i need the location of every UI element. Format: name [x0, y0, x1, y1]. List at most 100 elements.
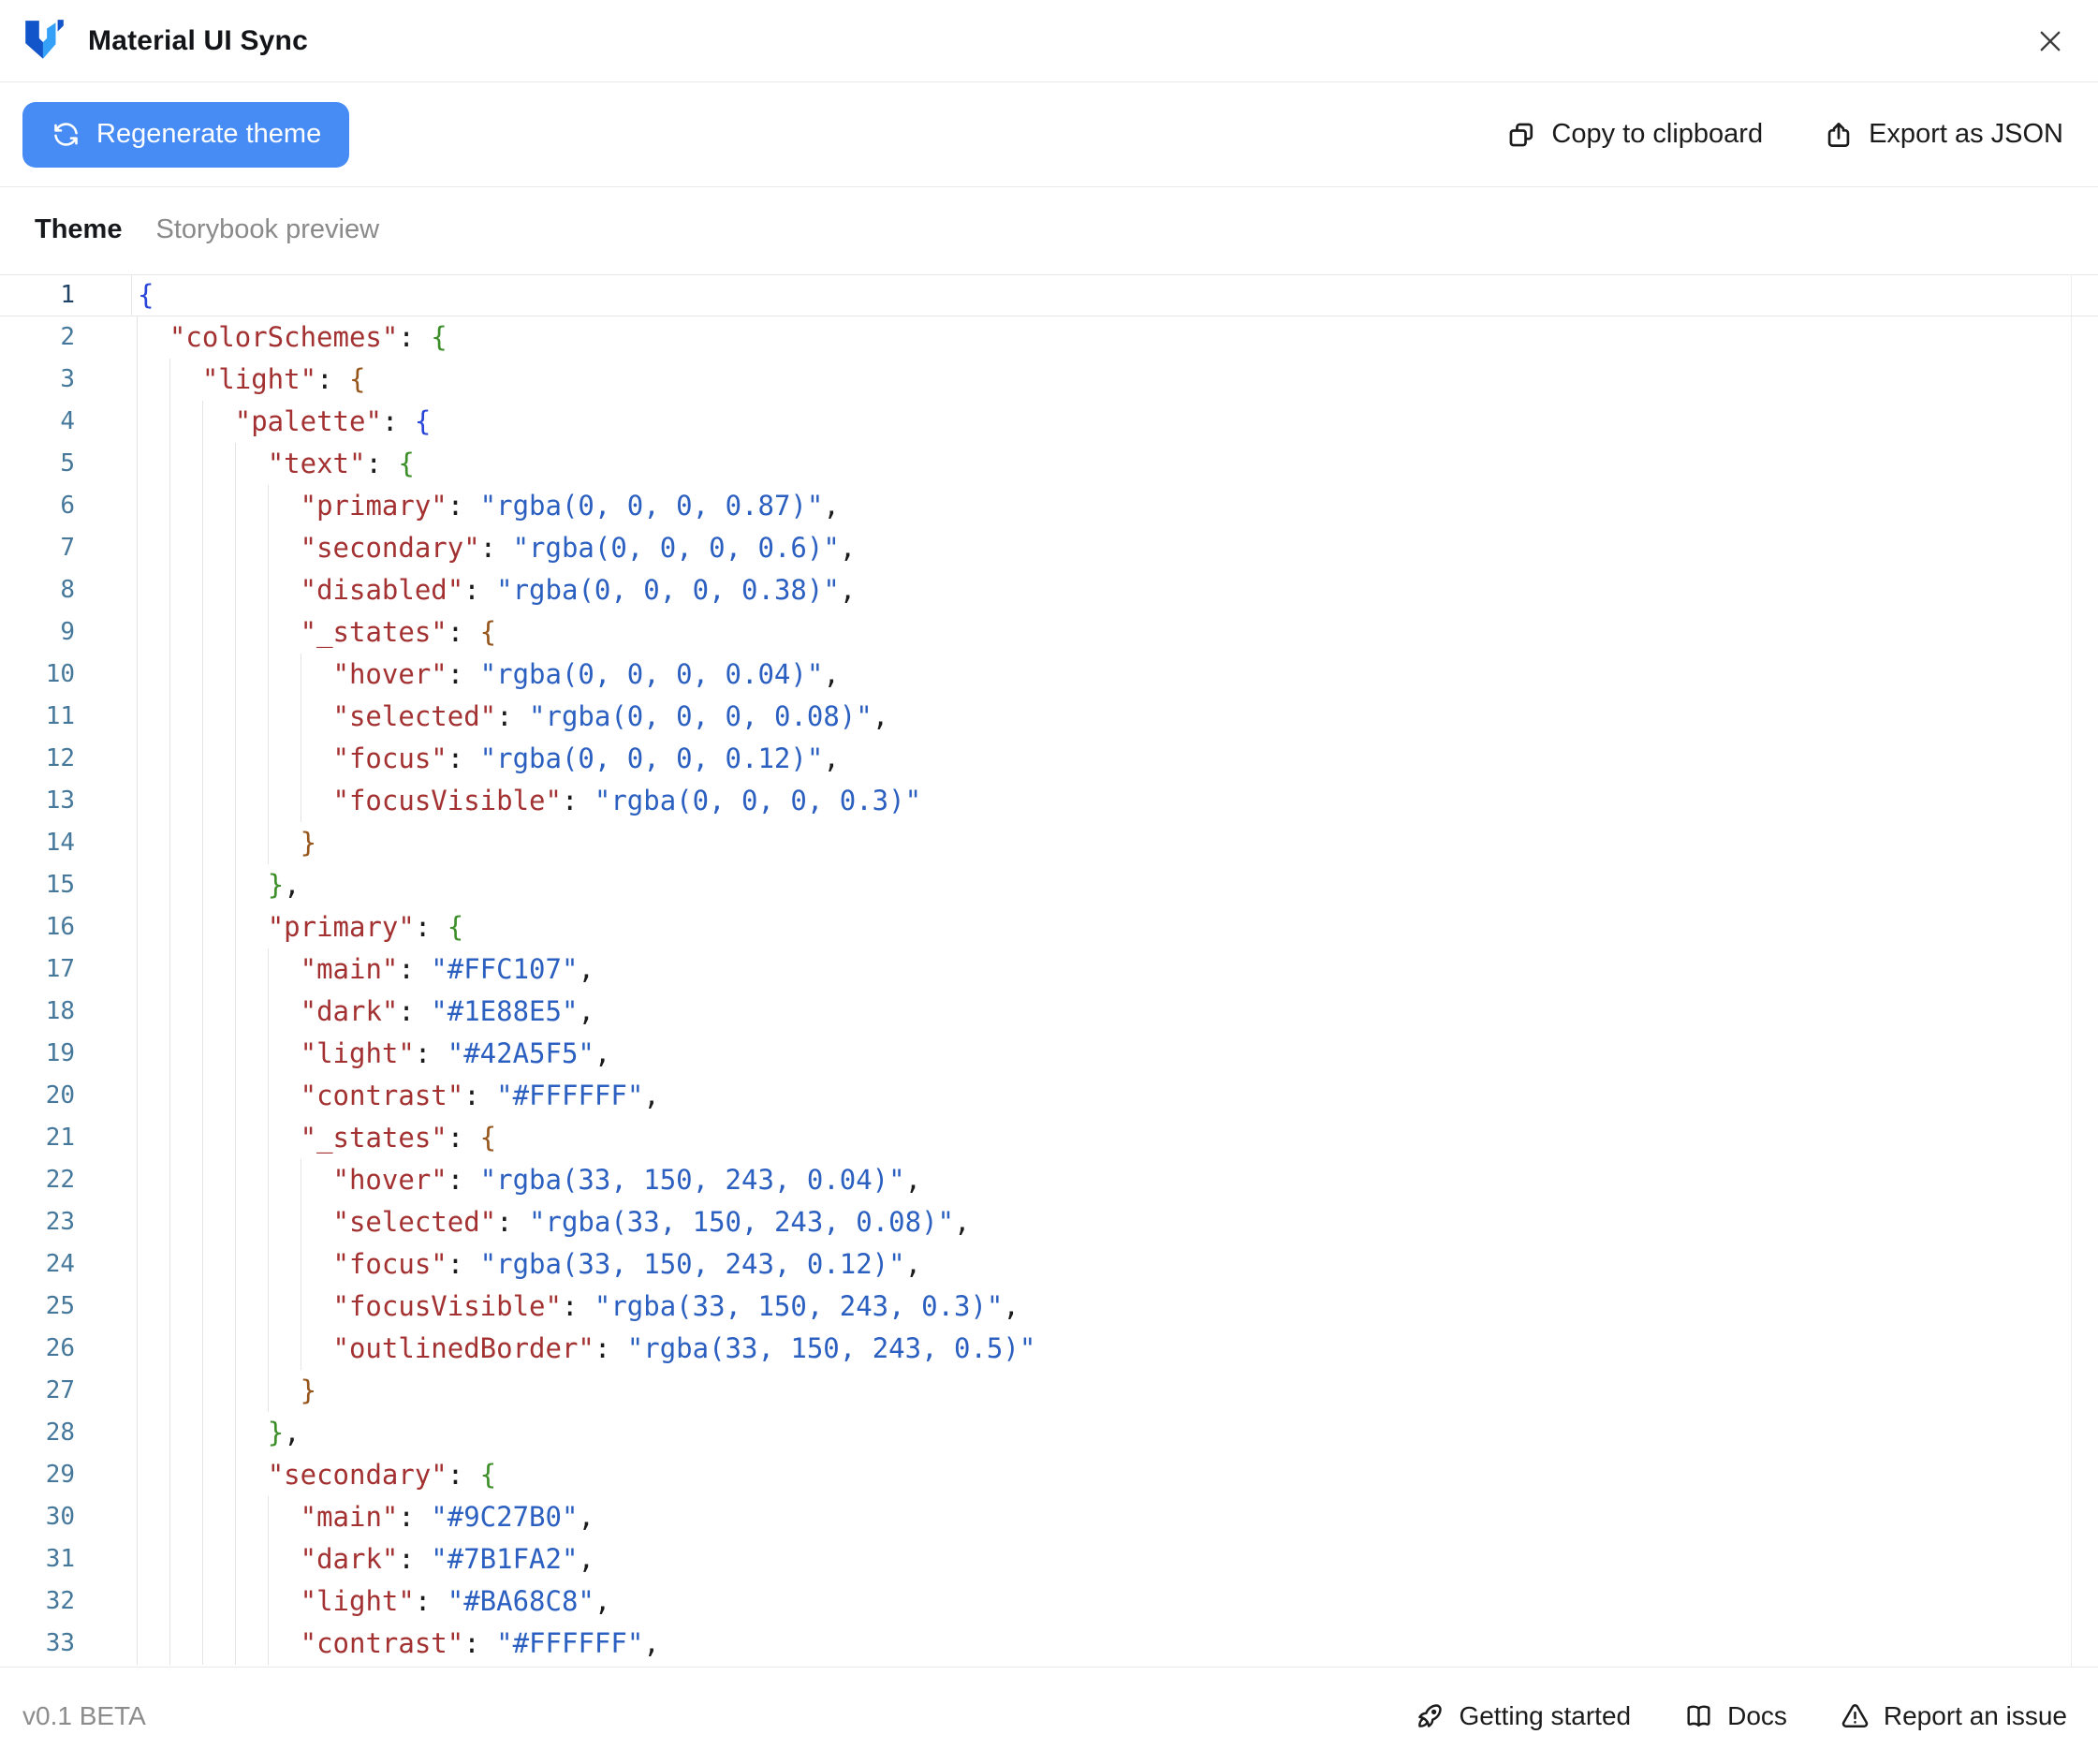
code-line[interactable]: 13 "focusVisible": "rgba(0, 0, 0, 0.3)" — [0, 780, 2098, 822]
close-button[interactable] — [2029, 20, 2072, 63]
indent-guide — [268, 948, 269, 991]
code-line[interactable]: 30 "main": "#9C27B0", — [0, 1496, 2098, 1538]
code-line-content: "primary": { — [131, 906, 2072, 948]
report-an-issue-link[interactable]: Report an issue — [1840, 1700, 2067, 1731]
code-line[interactable]: 5 "text": { — [0, 443, 2098, 485]
indent-guide — [137, 1538, 138, 1580]
code-line[interactable]: 1{ — [0, 274, 2098, 316]
mui-logo-icon — [22, 18, 66, 65]
code-line[interactable]: 10 "hover": "rgba(0, 0, 0, 0.04)", — [0, 654, 2098, 696]
code-line[interactable]: 15 }, — [0, 864, 2098, 906]
code-line[interactable]: 25 "focusVisible": "rgba(33, 150, 243, 0… — [0, 1286, 2098, 1328]
code-token-b2: { — [480, 1459, 496, 1491]
indent-guide — [137, 864, 138, 906]
code-token-b3: { — [349, 363, 365, 395]
indent-guide — [268, 1117, 269, 1159]
footer-links: Getting started Docs Report an issue — [1415, 1700, 2067, 1731]
code-indent — [137, 616, 301, 648]
code-indent — [137, 1543, 301, 1575]
close-icon — [2034, 25, 2066, 57]
indent-guide — [169, 401, 170, 443]
code-token-punct: , — [643, 1627, 659, 1659]
code-line-content: { — [131, 274, 2072, 316]
indent-guide — [235, 822, 236, 864]
code-line[interactable]: 32 "light": "#BA68C8", — [0, 1580, 2098, 1623]
code-line[interactable]: 16 "primary": { — [0, 906, 2098, 948]
indent-guide — [235, 443, 236, 485]
line-number: 33 — [0, 1623, 131, 1665]
indent-guide — [169, 1243, 170, 1286]
tab-theme[interactable]: Theme — [35, 214, 122, 245]
indent-guide — [268, 780, 269, 822]
code-line[interactable]: 31 "dark": "#7B1FA2", — [0, 1538, 2098, 1580]
line-number: 27 — [0, 1370, 131, 1412]
code-line[interactable]: 11 "selected": "rgba(0, 0, 0, 0.08)", — [0, 696, 2098, 738]
code-line[interactable]: 21 "_states": { — [0, 1117, 2098, 1159]
code-line[interactable]: 20 "contrast": "#FFFFFF", — [0, 1075, 2098, 1117]
getting-started-link[interactable]: Getting started — [1415, 1700, 1631, 1731]
indent-guide — [268, 1033, 269, 1075]
code-line-content: "focus": "rgba(0, 0, 0, 0.12)", — [131, 738, 2072, 780]
regenerate-theme-button[interactable]: Regenerate theme — [22, 102, 349, 168]
indent-guide — [137, 569, 138, 611]
code-indent — [137, 953, 301, 985]
code-line[interactable]: 2 "colorSchemes": { — [0, 316, 2098, 359]
code-line[interactable]: 14 } — [0, 822, 2098, 864]
code-token-key: "text" — [268, 448, 366, 479]
indent-guide — [137, 948, 138, 991]
plugin-header: Material UI Sync — [0, 0, 2098, 82]
code-editor[interactable]: 1{2 "colorSchemes": {3 "light": {4 "pale… — [0, 272, 2098, 1667]
book-icon — [1683, 1700, 1714, 1731]
docs-link[interactable]: Docs — [1683, 1700, 1787, 1731]
code-line[interactable]: 26 "outlinedBorder": "rgba(33, 150, 243,… — [0, 1328, 2098, 1370]
code-token-punct: : — [398, 953, 431, 985]
code-line[interactable]: 19 "light": "#42A5F5", — [0, 1033, 2098, 1075]
line-number: 18 — [0, 991, 131, 1033]
code-token-val: "#FFC107" — [431, 953, 578, 985]
code-line[interactable]: 33 "contrast": "#FFFFFF", — [0, 1623, 2098, 1665]
code-line[interactable]: 12 "focus": "rgba(0, 0, 0, 0.12)", — [0, 738, 2098, 780]
copy-to-clipboard-button[interactable]: Copy to clipboard — [1505, 119, 1763, 151]
code-token-val: "rgba(0, 0, 0, 0.6)" — [513, 532, 840, 564]
code-token-b2: { — [398, 448, 414, 479]
code-token-b1: { — [138, 279, 154, 311]
code-line[interactable]: 4 "palette": { — [0, 401, 2098, 443]
code-token-key: "selected" — [333, 1206, 497, 1238]
code-token-val: "rgba(0, 0, 0, 0.3)" — [594, 785, 921, 816]
code-line[interactable]: 27 } — [0, 1370, 2098, 1412]
code-token-b2: } — [268, 1417, 284, 1448]
code-line[interactable]: 18 "dark": "#1E88E5", — [0, 991, 2098, 1033]
code-line[interactable]: 3 "light": { — [0, 359, 2098, 401]
indent-guide — [169, 527, 170, 569]
code-line[interactable]: 23 "selected": "rgba(33, 150, 243, 0.08)… — [0, 1201, 2098, 1243]
code-line[interactable]: 22 "hover": "rgba(33, 150, 243, 0.04)", — [0, 1159, 2098, 1201]
code-token-b2: { — [447, 911, 463, 943]
code-lines: 1{2 "colorSchemes": {3 "light": {4 "pale… — [0, 274, 2098, 1665]
indent-guide — [235, 948, 236, 991]
code-token-val: "rgba(0, 0, 0, 0.08)" — [529, 700, 873, 732]
plugin-footer: v0.1 BETA Getting started Docs — [0, 1667, 2098, 1764]
indent-guide — [137, 1623, 138, 1665]
code-line[interactable]: 17 "main": "#FFC107", — [0, 948, 2098, 991]
code-token-key: "main" — [301, 1501, 399, 1533]
indent-guide — [268, 991, 269, 1033]
code-line[interactable]: 7 "secondary": "rgba(0, 0, 0, 0.6)", — [0, 527, 2098, 569]
code-token-key: "hover" — [333, 1164, 447, 1196]
code-indent — [137, 405, 235, 437]
code-line[interactable]: 29 "secondary": { — [0, 1454, 2098, 1496]
code-line[interactable]: 9 "_states": { — [0, 611, 2098, 654]
code-line[interactable]: 6 "primary": "rgba(0, 0, 0, 0.87)", — [0, 485, 2098, 527]
code-line-content: }, — [131, 1412, 2072, 1454]
code-line[interactable]: 8 "disabled": "rgba(0, 0, 0, 0.38)", — [0, 569, 2098, 611]
code-line[interactable]: 28 }, — [0, 1412, 2098, 1454]
indent-guide — [202, 1623, 203, 1665]
tab-storybook-preview[interactable]: Storybook preview — [155, 214, 379, 245]
code-indent — [137, 490, 301, 522]
code-token-punct: : — [447, 490, 480, 522]
code-token-val: "#1E88E5" — [431, 995, 578, 1027]
code-token-key: "contrast" — [301, 1080, 464, 1111]
code-line[interactable]: 24 "focus": "rgba(33, 150, 243, 0.12)", — [0, 1243, 2098, 1286]
export-as-json-button[interactable]: Export as JSON — [1823, 119, 2063, 151]
code-line-content: "selected": "rgba(0, 0, 0, 0.08)", — [131, 696, 2072, 738]
indent-guide — [137, 1454, 138, 1496]
